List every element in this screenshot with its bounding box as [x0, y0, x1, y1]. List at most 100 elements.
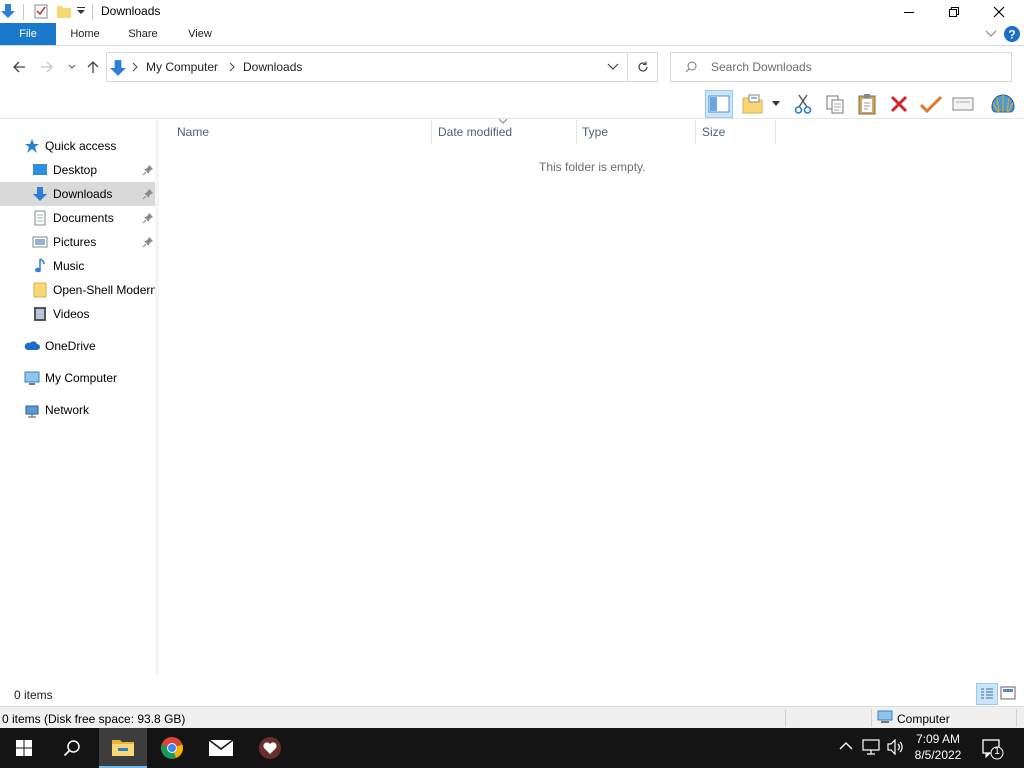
email-button[interactable] [949, 90, 977, 118]
taskbar-clock[interactable]: 7:09 AM 8/5/2022 [904, 731, 972, 763]
sidebar-item-pictures[interactable]: Pictures [0, 230, 157, 254]
status-text: 0 items (Disk free space: 93.8 GB) [2, 712, 186, 726]
recent-locations-button[interactable] [63, 58, 81, 76]
taskbar-chrome[interactable] [148, 728, 196, 768]
breadcrumb-my-computer[interactable]: My Computer [146, 60, 218, 74]
computer-icon [877, 710, 893, 724]
expand-ribbon-icon[interactable] [985, 29, 997, 39]
new-folder-button[interactable] [742, 90, 782, 118]
sidebar-item-desktop[interactable]: Desktop [0, 158, 157, 182]
heart-app-icon [259, 737, 281, 759]
action-center-button[interactable]: 1 [982, 738, 1004, 760]
column-header-date-modified[interactable]: Date modified [438, 125, 512, 139]
minimize-button[interactable] [886, 0, 932, 23]
new-folder-icon[interactable] [56, 3, 72, 19]
volume-icon[interactable] [886, 739, 904, 755]
window-title: Downloads [101, 4, 161, 18]
onedrive-cloud-icon [24, 338, 40, 354]
shell-icon [991, 94, 1015, 113]
computer-icon [24, 370, 40, 386]
up-button[interactable] [84, 58, 102, 76]
forward-button[interactable] [38, 58, 56, 76]
nav-label: Open-Shell Modern [53, 283, 157, 297]
notification-icon [982, 739, 1004, 760]
sidebar-item-open-shell-modern[interactable]: Open-Shell Modern [0, 278, 157, 302]
sidebar-item-my-computer[interactable]: My Computer [0, 366, 157, 390]
items-bar: 0 items [0, 682, 1024, 706]
restore-button[interactable] [931, 0, 977, 23]
svg-text:?: ? [1008, 28, 1015, 42]
delete-button[interactable] [885, 90, 913, 118]
sidebar-item-documents[interactable]: Documents [0, 206, 157, 230]
search-button[interactable] [48, 728, 96, 768]
sidebar-item-videos[interactable]: Videos [0, 302, 157, 326]
help-icon[interactable]: ? [1004, 26, 1020, 42]
column-headers: Name Date modified Type Size [160, 119, 1024, 144]
search-box[interactable] [670, 52, 1012, 82]
navigation-pane-button[interactable] [705, 90, 733, 118]
properties-icon[interactable] [33, 3, 49, 19]
cut-button[interactable] [789, 90, 817, 118]
column-header-name[interactable]: Name [177, 125, 209, 139]
tab-view[interactable]: View [177, 23, 223, 45]
delete-icon [890, 95, 908, 113]
nav-label: Network [45, 403, 90, 417]
downloads-icon [0, 3, 16, 19]
chrome-icon [161, 737, 183, 759]
tab-home[interactable]: Home [62, 23, 108, 45]
email-icon [952, 97, 974, 111]
breadcrumb-downloads[interactable]: Downloads [243, 60, 302, 74]
copy-button[interactable] [821, 90, 849, 118]
taskbar: 7:09 AM 8/5/2022 1 [0, 728, 1024, 768]
navigation-pane-icon [708, 95, 730, 113]
title-bar: Downloads [0, 0, 1024, 23]
nav-quick-access[interactable]: Quick access [0, 134, 157, 158]
tab-share[interactable]: Share [120, 23, 166, 45]
notification-count: 1 [994, 746, 1000, 757]
nav-label: Pictures [53, 235, 97, 249]
nav-label: Desktop [53, 163, 98, 177]
refresh-button[interactable] [628, 52, 658, 82]
column-header-type[interactable]: Type [582, 125, 608, 139]
large-icons-view-button[interactable] [1000, 686, 1016, 700]
sidebar-item-downloads[interactable]: Downloads [0, 182, 157, 206]
start-button[interactable] [0, 728, 48, 768]
nav-pane-scrollbar[interactable] [155, 120, 159, 675]
open-shell-button[interactable] [989, 90, 1017, 118]
folder-options-icon [742, 94, 763, 114]
pin-icon [142, 236, 154, 248]
back-button[interactable] [10, 58, 28, 76]
search-input[interactable] [711, 60, 1001, 74]
column-header-size[interactable]: Size [702, 125, 725, 139]
properties-button[interactable] [917, 90, 945, 118]
sidebar-item-network[interactable]: Network [0, 398, 157, 422]
customize-quick-access-icon[interactable] [76, 6, 86, 16]
taskbar-mail[interactable] [197, 728, 245, 768]
toolbar [0, 88, 1024, 119]
paste-icon [858, 94, 876, 115]
show-hidden-icons-icon[interactable] [839, 741, 853, 751]
empty-folder-message: This folder is empty. [539, 160, 646, 174]
details-view-icon [981, 688, 993, 699]
sidebar-item-onedrive[interactable]: OneDrive [0, 334, 157, 358]
sidebar-item-music[interactable]: Music [0, 254, 157, 278]
address-bar[interactable]: My Computer Downloads [106, 52, 628, 82]
network-tray-icon[interactable] [862, 739, 880, 755]
videos-icon [32, 306, 48, 322]
file-explorer-icon [112, 740, 134, 756]
mail-icon [208, 739, 234, 756]
nav-label: Quick access [45, 139, 117, 153]
pin-icon [142, 188, 154, 200]
breadcrumb-chevron-icon[interactable] [132, 62, 138, 72]
taskbar-file-explorer[interactable] [99, 728, 147, 768]
address-dropdown-icon[interactable] [607, 63, 619, 71]
clock-date: 8/5/2022 [914, 748, 962, 762]
tab-file[interactable]: File [0, 23, 56, 45]
breadcrumb-chevron-icon[interactable] [229, 62, 235, 72]
details-view-button[interactable] [976, 683, 998, 705]
taskbar-app[interactable] [246, 728, 294, 768]
documents-icon [32, 210, 48, 226]
pin-icon [142, 164, 154, 176]
paste-button[interactable] [853, 90, 881, 118]
close-button[interactable] [976, 0, 1022, 23]
